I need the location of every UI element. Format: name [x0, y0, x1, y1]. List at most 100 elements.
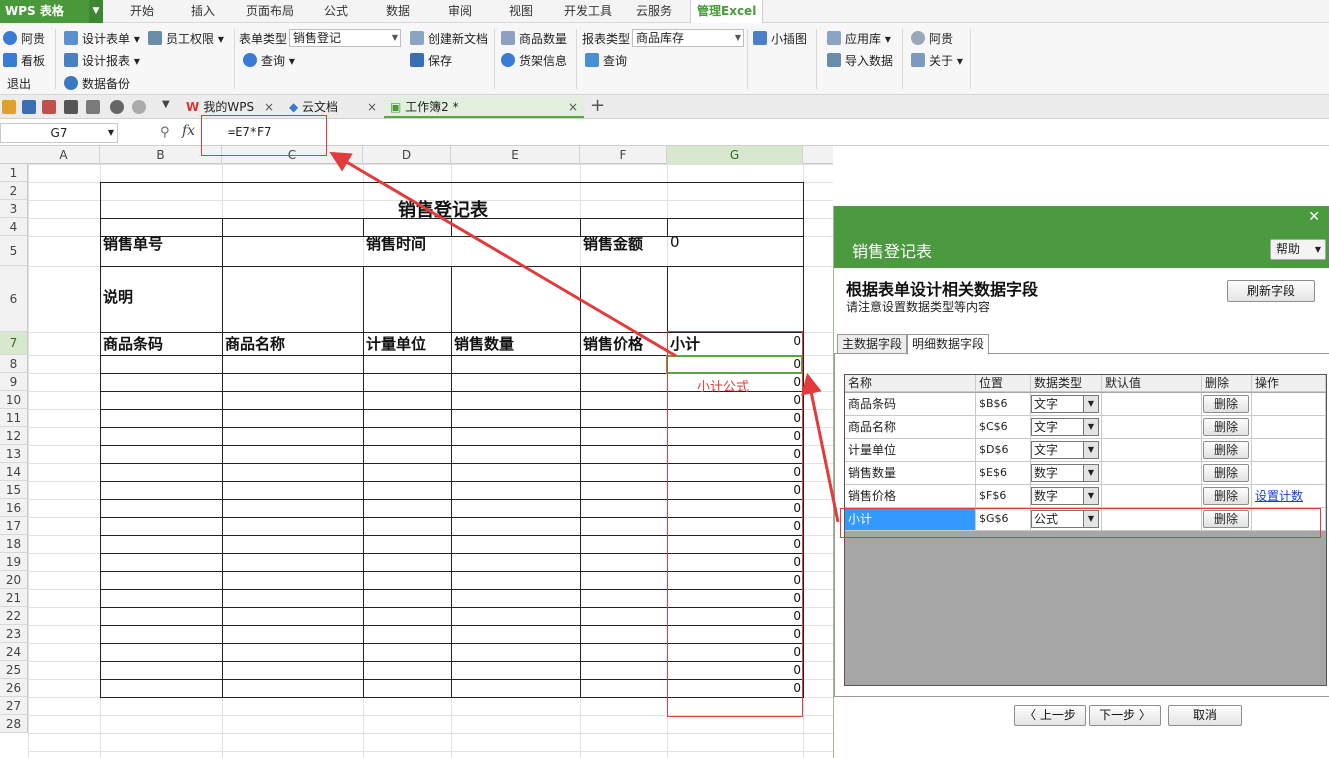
- row-header-24[interactable]: 24: [0, 643, 28, 661]
- print-icon[interactable]: [64, 100, 78, 114]
- fields-table-row[interactable]: 商品条码 $B$6 文字 ▼ 删除: [845, 393, 1326, 416]
- row-header-21[interactable]: 21: [0, 589, 28, 607]
- next-step-button[interactable]: 下一步 〉: [1089, 705, 1161, 726]
- name-box[interactable]: G7 ▼: [0, 123, 118, 143]
- print-preview-icon[interactable]: [86, 100, 100, 114]
- row-header-16[interactable]: 16: [0, 499, 28, 517]
- column-header-e[interactable]: E: [451, 146, 580, 164]
- field-name-cell[interactable]: 销售数量: [845, 462, 976, 484]
- row-header-15[interactable]: 15: [0, 481, 28, 499]
- close-icon[interactable]: ✕: [1308, 209, 1320, 225]
- import-data-button[interactable]: 导入数据: [827, 52, 893, 70]
- menu-review[interactable]: 审阅: [448, 0, 472, 23]
- delete-field-button[interactable]: 删除: [1203, 395, 1249, 413]
- app-library-button[interactable]: 应用库 ▾: [827, 30, 891, 48]
- row-header-2[interactable]: 2: [0, 182, 28, 200]
- field-type-select[interactable]: 文字 ▼: [1031, 441, 1099, 459]
- save-button[interactable]: 保存: [410, 52, 452, 70]
- row-header-20[interactable]: 20: [0, 571, 28, 589]
- exit-button[interactable]: 退出: [7, 75, 31, 93]
- menu-view[interactable]: 视图: [509, 0, 533, 23]
- create-doc-button[interactable]: 创建新文档: [410, 30, 488, 48]
- query-button[interactable]: 查询 ▾: [243, 52, 295, 70]
- wps-app-menu[interactable]: WPS 表格 ▼: [0, 0, 103, 23]
- delete-field-button[interactable]: 删除: [1203, 464, 1249, 482]
- zoom-icon[interactable]: ⚲: [160, 125, 170, 140]
- fields-table-row[interactable]: 销售数量 $E$6 数字 ▼ 删除: [845, 462, 1326, 485]
- chevron-down-icon[interactable]: ▼: [162, 99, 170, 110]
- field-default-cell[interactable]: [1102, 462, 1202, 484]
- about-button[interactable]: 关于 ▾: [911, 52, 963, 70]
- user2-button[interactable]: 阿贵: [911, 30, 953, 48]
- redo-icon[interactable]: [132, 100, 146, 114]
- save-icon[interactable]: [22, 100, 36, 114]
- field-type-select[interactable]: 数字 ▼: [1031, 487, 1099, 505]
- column-header-f[interactable]: F: [580, 146, 667, 164]
- row-header-27[interactable]: 27: [0, 697, 28, 715]
- mini-chart-button[interactable]: 小插图: [753, 30, 807, 48]
- backup-button[interactable]: 数据备份: [64, 75, 130, 93]
- delete-field-button[interactable]: 删除: [1203, 418, 1249, 436]
- field-name-cell[interactable]: 计量单位: [845, 439, 976, 461]
- form-type-select[interactable]: 销售登记 ▼: [289, 29, 401, 47]
- field-name-cell[interactable]: 商品名称: [845, 416, 976, 438]
- shelf-info-button[interactable]: 货架信息: [501, 52, 567, 70]
- column-header-h[interactable]: H: [803, 146, 833, 164]
- row-header-11[interactable]: 11: [0, 409, 28, 427]
- row-header-7[interactable]: 7: [0, 332, 28, 355]
- undo-icon[interactable]: [110, 100, 124, 114]
- row-header-9[interactable]: 9: [0, 373, 28, 391]
- prev-step-button[interactable]: 〈 上一步: [1014, 705, 1086, 726]
- fields-table-row[interactable]: 计量单位 $D$6 文字 ▼ 删除: [845, 439, 1326, 462]
- row-header-26[interactable]: 26: [0, 679, 28, 697]
- user-button[interactable]: 阿贵: [3, 30, 45, 48]
- fields-table-row[interactable]: 销售价格 $F$6 设置计数 数字 ▼ 删除: [845, 485, 1326, 508]
- menu-data[interactable]: 数据: [386, 0, 410, 23]
- field-type-select[interactable]: 文字 ▼: [1031, 418, 1099, 436]
- menu-page-layout[interactable]: 页面布局: [246, 0, 294, 23]
- design-report-button[interactable]: 设计报表 ▾: [64, 52, 140, 70]
- delete-field-button[interactable]: 删除: [1203, 487, 1249, 505]
- row-header-12[interactable]: 12: [0, 427, 28, 445]
- menu-home[interactable]: 开始: [130, 0, 154, 23]
- close-icon[interactable]: ×: [367, 97, 377, 118]
- field-default-cell[interactable]: [1102, 393, 1202, 415]
- fx-icon[interactable]: fx: [182, 123, 195, 139]
- row-header-10[interactable]: 10: [0, 391, 28, 409]
- design-form-button[interactable]: 设计表单 ▾: [64, 30, 140, 48]
- field-name-cell[interactable]: 商品条码: [845, 393, 976, 415]
- row-header-23[interactable]: 23: [0, 625, 28, 643]
- open-folder-icon[interactable]: [2, 100, 16, 114]
- field-default-cell[interactable]: [1102, 416, 1202, 438]
- set-count-link[interactable]: 设置计数: [1252, 485, 1326, 507]
- new-tab-plus-icon[interactable]: +: [590, 95, 605, 116]
- menu-cloud[interactable]: 云服务: [636, 0, 672, 23]
- field-type-select[interactable]: 数字 ▼: [1031, 464, 1099, 482]
- export-pdf-icon[interactable]: [42, 100, 56, 114]
- row-header-8[interactable]: 8: [0, 355, 28, 373]
- menu-formula[interactable]: 公式: [324, 0, 348, 23]
- goods-qty-button[interactable]: 商品数量: [501, 30, 567, 48]
- column-header-d[interactable]: D: [363, 146, 451, 164]
- row-header-13[interactable]: 13: [0, 445, 28, 463]
- row-header-4[interactable]: 4: [0, 218, 28, 236]
- delete-field-button[interactable]: 删除: [1203, 441, 1249, 459]
- row-header-1[interactable]: 1: [0, 164, 28, 182]
- row-header-25[interactable]: 25: [0, 661, 28, 679]
- field-type-select[interactable]: 文字 ▼: [1031, 395, 1099, 413]
- row-header-19[interactable]: 19: [0, 553, 28, 571]
- row-header-22[interactable]: 22: [0, 607, 28, 625]
- cancel-button[interactable]: 取消: [1168, 705, 1242, 726]
- tab-workbook[interactable]: ▣ 工作簿2 * ×: [384, 97, 584, 118]
- refresh-fields-button[interactable]: 刷新字段: [1227, 280, 1315, 302]
- staff-permission-button[interactable]: 员工权限 ▾: [148, 30, 224, 48]
- row-header-18[interactable]: 18: [0, 535, 28, 553]
- row-header-5[interactable]: 5: [0, 236, 28, 266]
- board-button[interactable]: 看板: [3, 52, 45, 70]
- row-header-28[interactable]: 28: [0, 715, 28, 733]
- report-query-button[interactable]: 查询: [585, 52, 627, 70]
- row-header-17[interactable]: 17: [0, 517, 28, 535]
- field-default-cell[interactable]: [1102, 485, 1202, 507]
- row-header-6[interactable]: 6: [0, 266, 28, 332]
- field-name-cell[interactable]: 销售价格: [845, 485, 976, 507]
